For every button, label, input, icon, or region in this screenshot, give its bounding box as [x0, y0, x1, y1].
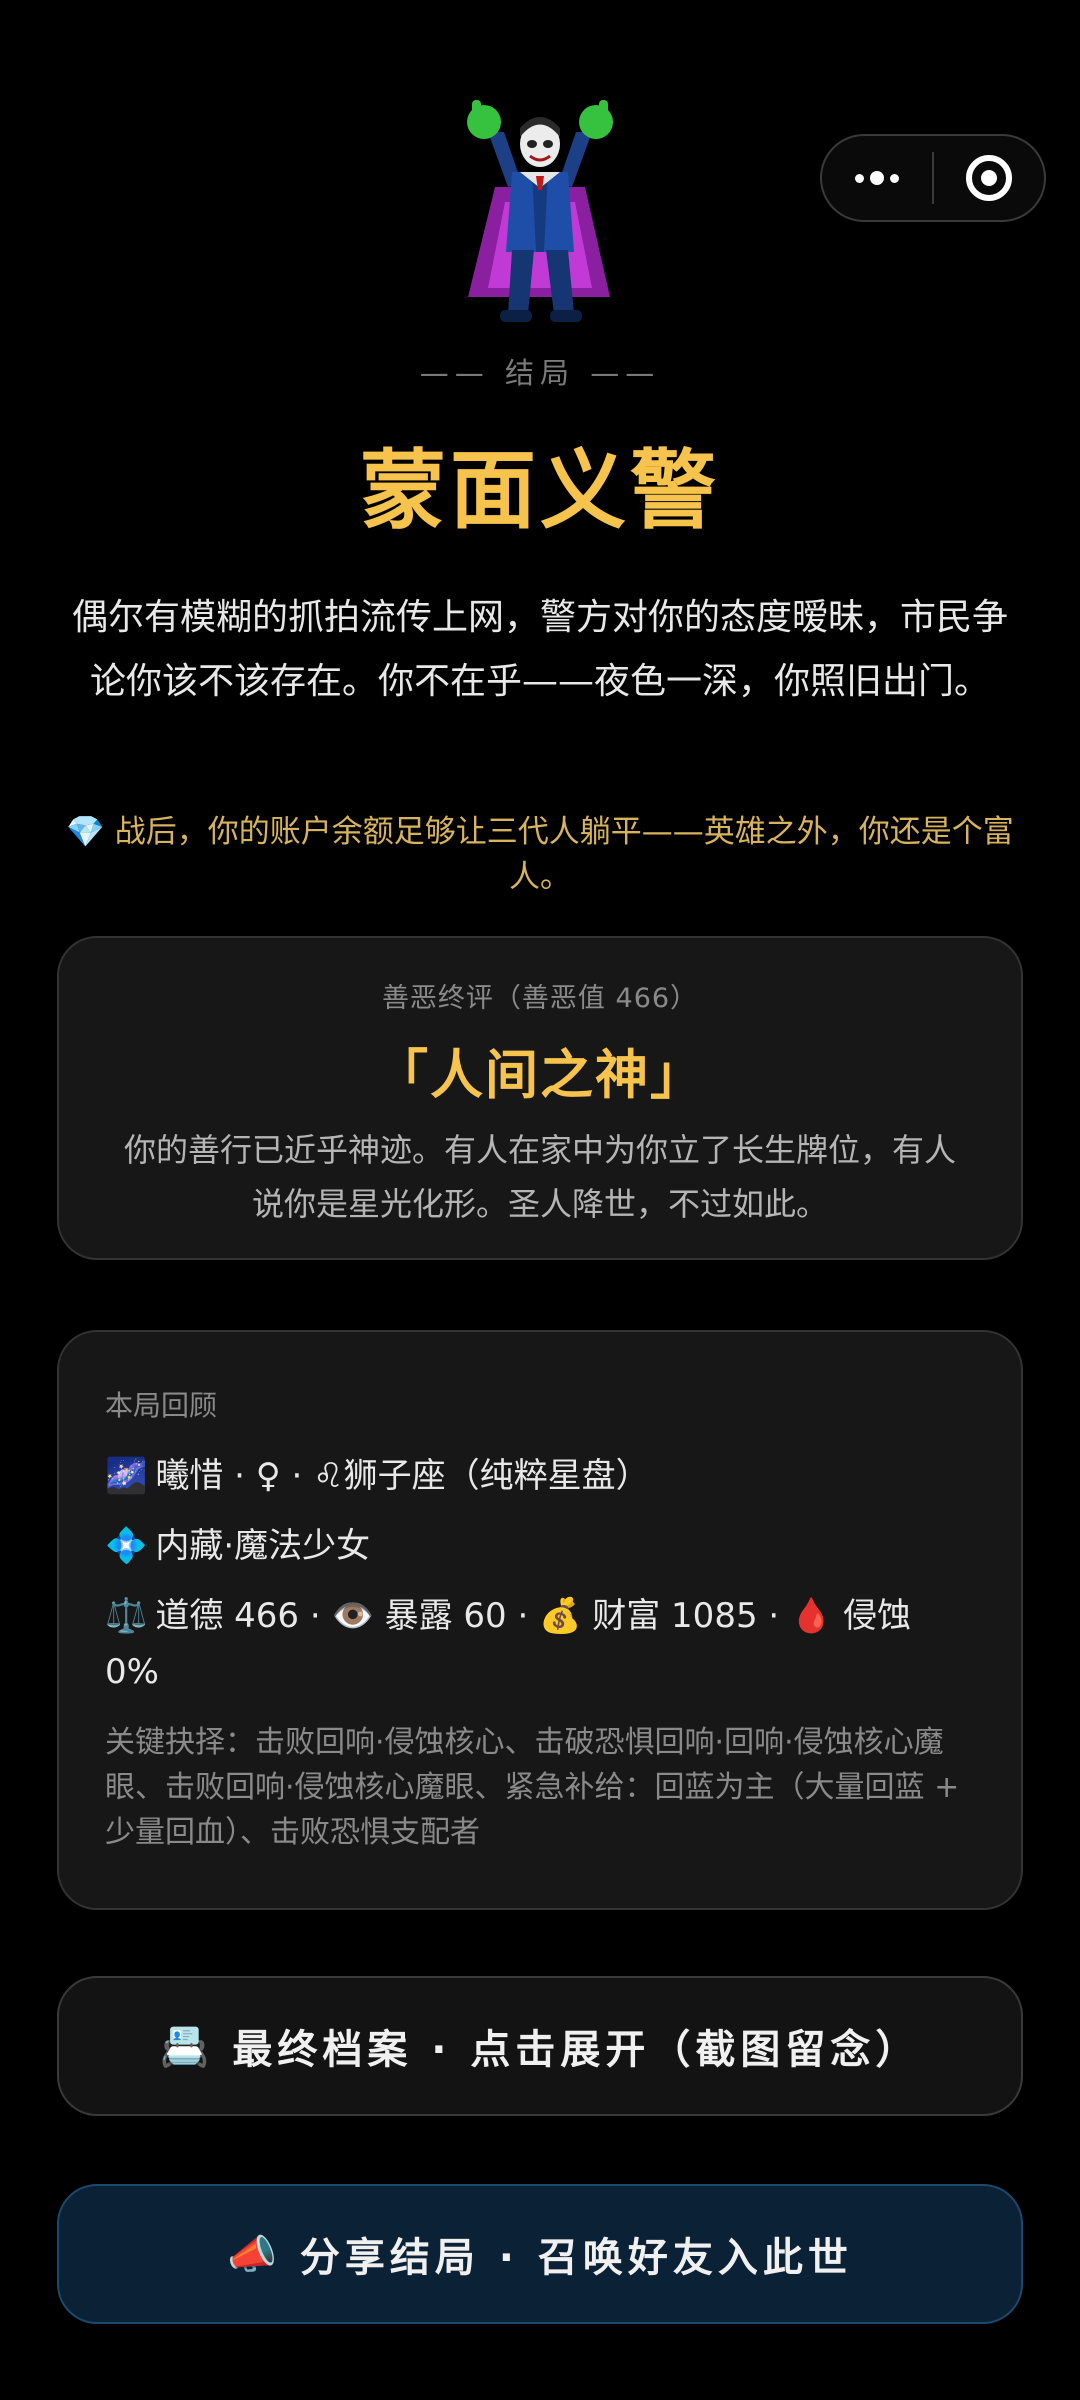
- close-miniprogram-button[interactable]: [934, 136, 1044, 220]
- diamond-icon: 💠: [105, 1526, 148, 1566]
- verdict-title: 「人间之神」: [375, 1045, 705, 1106]
- share-ending-button[interactable]: 📣 分享结局 · 召唤好友入此世: [57, 2184, 1023, 2324]
- scales-icon: ⚖️: [105, 1596, 148, 1636]
- character-class-text: 内藏·魔法少女: [155, 1526, 371, 1566]
- galaxy-icon: 🌌: [105, 1456, 148, 1496]
- stats-text: 道德 466 · 👁️ 暴露 60 · 💰 财富 1085 · 🩸 侵蚀 0%: [105, 1596, 912, 1692]
- final-archive-label: 最终档案 · 点击展开（截图留念）: [232, 2027, 921, 2073]
- ending-description: 偶尔有模糊的抓拍流传上网，警方对你的态度暧昧，市民争论你该不该存在。你不在乎——…: [71, 597, 1008, 702]
- verdict-label: 善恶终评（善恶值 466）: [381, 983, 699, 1014]
- more-options-button[interactable]: [822, 136, 932, 220]
- wealth-note: 💎 战后，你的账户余额足够让三代人躺平——英雄之外，你还是个富人。: [58, 810, 1022, 900]
- final-archive-button[interactable]: 📇 最终档案 · 点击展开（截图留念）: [57, 1976, 1023, 2116]
- character-class-line: 💠 内藏·魔法少女: [105, 1518, 975, 1574]
- more-dot-icon: [870, 171, 884, 185]
- card-index-icon: 📇: [159, 2023, 215, 2070]
- wealth-note-text: 战后，你的账户余额足够让三代人躺平——英雄之外，你还是个富人。: [114, 814, 1014, 895]
- gem-icon: 💎: [66, 814, 105, 850]
- verdict-description: 你的善行已近乎神迹。有人在家中为你立了长生牌位，有人说你是星光化形。圣人降世，不…: [123, 1131, 956, 1223]
- supervillain-icon: [467, 100, 613, 322]
- share-ending-label: 分享结局 · 召唤好友入此世: [299, 2235, 853, 2281]
- megaphone-icon: 📣: [227, 2231, 282, 2278]
- morality-verdict-card: 善恶终评（善恶值 466） 「人间之神」 你的善行已近乎神迹。有人在家中为你立了…: [57, 936, 1023, 1260]
- review-label: 本局回顾: [105, 1389, 218, 1422]
- miniprogram-capsule: [820, 134, 1046, 222]
- more-dot-icon: [855, 173, 864, 183]
- more-dot-icon: [890, 173, 899, 183]
- character-profile-line: 🌌 曦惜 · ♀ · ♌狮子座（纯粹星盘）: [105, 1448, 975, 1504]
- ending-title: 蒙面义警: [360, 441, 720, 541]
- stats-line: ⚖️ 道德 466 · 👁️ 暴露 60 · 💰 财富 1085 · 🩸 侵蚀 0…: [105, 1588, 975, 1700]
- target-close-icon: [966, 155, 1012, 201]
- ending-section-label: —— 结局 ——: [419, 356, 661, 390]
- key-choices-text: 关键抉择：击败回响·侵蚀核心、击破恐惧回响·回响·侵蚀核心魔眼、击败回响·侵蚀核…: [105, 1725, 960, 1850]
- run-review-card: 本局回顾 🌌 曦惜 · ♀ · ♌狮子座（纯粹星盘） 💠 内藏·魔法少女 ⚖️ 道德 …: [57, 1330, 1023, 1910]
- character-profile-text: 曦惜 · ♀ · ♌狮子座（纯粹星盘）: [155, 1456, 650, 1496]
